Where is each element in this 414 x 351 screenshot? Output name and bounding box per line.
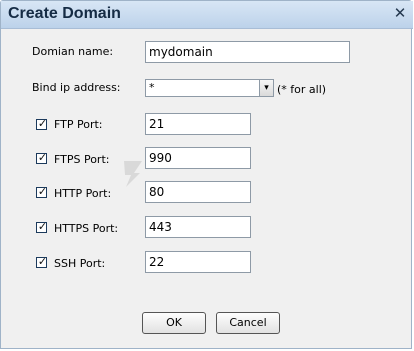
watermark-icon [124, 161, 142, 187]
ssh-port-label: SSH Port: [54, 257, 106, 270]
check-icon: ✓ [37, 255, 48, 268]
title-bar: Create Domain ✕ [1, 1, 413, 29]
https-port-input[interactable]: 443 [145, 216, 251, 238]
ssh-port-checkbox[interactable]: ✓ [36, 255, 48, 268]
ftp-port-label: FTP Port: [54, 118, 103, 131]
bind-ip-hint: (* for all) [277, 83, 327, 96]
check-icon: ✓ [37, 151, 48, 164]
https-port-checkbox[interactable]: ✓ [36, 220, 48, 233]
cancel-button[interactable]: Cancel [216, 312, 280, 334]
bind-ip-select[interactable]: * ▾ [145, 79, 274, 97]
domain-name-input[interactable]: mydomain [145, 41, 350, 63]
ftp-port-checkbox[interactable]: ✓ [36, 117, 48, 130]
http-port-label: HTTP Port: [54, 187, 112, 200]
check-icon: ✓ [37, 117, 48, 130]
bind-ip-label: Bind ip address: [32, 81, 121, 94]
bind-ip-value: * [149, 81, 155, 94]
https-port-label: HTTPS Port: [54, 222, 119, 235]
http-port-checkbox[interactable]: ✓ [36, 185, 48, 198]
http-port-input[interactable]: 80 [145, 181, 251, 203]
check-icon: ✓ [37, 185, 48, 198]
ftps-port-checkbox[interactable]: ✓ [36, 151, 48, 164]
domain-name-label: Domian name: [32, 45, 114, 58]
chevron-down-icon[interactable]: ▾ [259, 80, 273, 96]
ssh-port-input[interactable]: 22 [145, 251, 251, 273]
ftp-port-input[interactable]: 21 [145, 113, 251, 135]
ok-button[interactable]: OK [142, 312, 206, 334]
dialog-title: Create Domain [8, 5, 121, 22]
ftps-port-input[interactable]: 990 [145, 147, 251, 169]
create-domain-dialog: Create Domain ✕ Domian name: mydomain Bi… [0, 0, 413, 349]
ftps-port-label: FTPS Port: [54, 153, 110, 166]
close-icon[interactable]: ✕ [393, 6, 407, 21]
check-icon: ✓ [37, 220, 48, 233]
